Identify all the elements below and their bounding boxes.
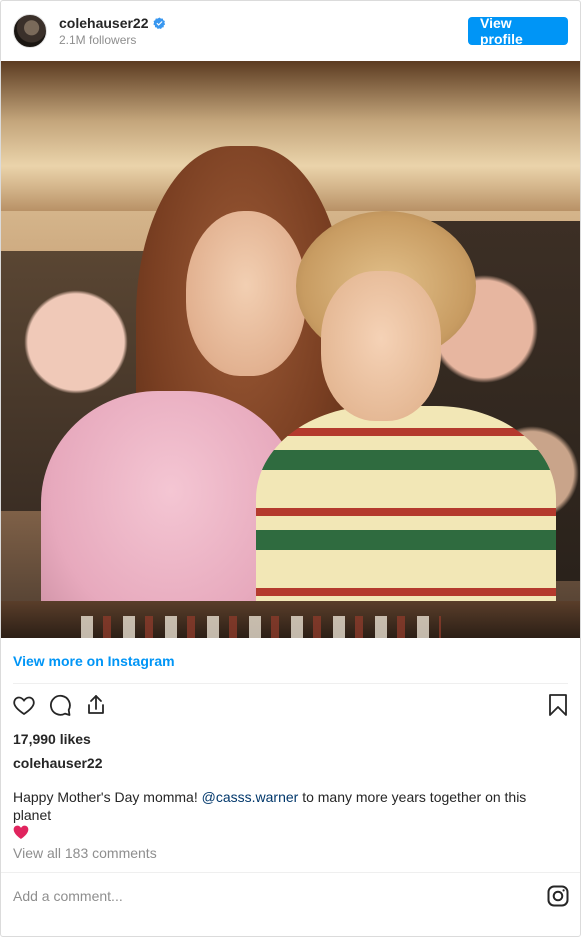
share-button[interactable] [83,692,109,718]
post-header: colehauser22 2.1M followers View profile [1,1,580,61]
save-button[interactable] [545,692,571,718]
instagram-embed-card: colehauser22 2.1M followers View profile… [0,0,581,937]
photo-boy-face [321,271,441,421]
comment-icon [49,694,71,716]
add-comment-row: Add a comment... [1,873,580,919]
like-button[interactable] [11,692,37,718]
caption-mention-link[interactable]: @casss.warner [202,789,299,805]
caption-text-before: Happy Mother's Day momma! [13,789,202,805]
username-link[interactable]: colehauser22 [59,15,149,31]
user-block: colehauser22 2.1M followers [59,15,166,47]
caption-username[interactable]: colehauser22 [1,752,580,774]
bookmark-icon [549,694,567,716]
followers-count: 2.1M followers [59,33,137,47]
comment-button[interactable] [47,692,73,718]
red-heart-emoji-icon [13,825,29,839]
user-line: colehauser22 [59,15,166,31]
photo-woman-face [186,211,306,376]
heart-icon [13,696,35,716]
action-bar [1,684,580,726]
post-photo[interactable] [1,61,580,638]
instagram-logo-icon[interactable] [546,884,570,908]
share-icon [88,695,104,714]
caption-text: Happy Mother's Day momma! @casss.warner … [1,788,580,839]
likes-count[interactable]: 17,990 likes [1,728,580,750]
view-more-link[interactable]: View more on Instagram [13,653,175,669]
avatar[interactable] [13,14,47,48]
view-all-comments-link[interactable]: View all 183 comments [1,843,580,863]
add-comment-input[interactable]: Add a comment... [13,888,123,904]
photo-toys [81,616,441,638]
view-more-row: View more on Instagram [1,638,580,683]
view-profile-button[interactable]: View profile [468,15,568,47]
verified-badge-icon [152,17,165,29]
